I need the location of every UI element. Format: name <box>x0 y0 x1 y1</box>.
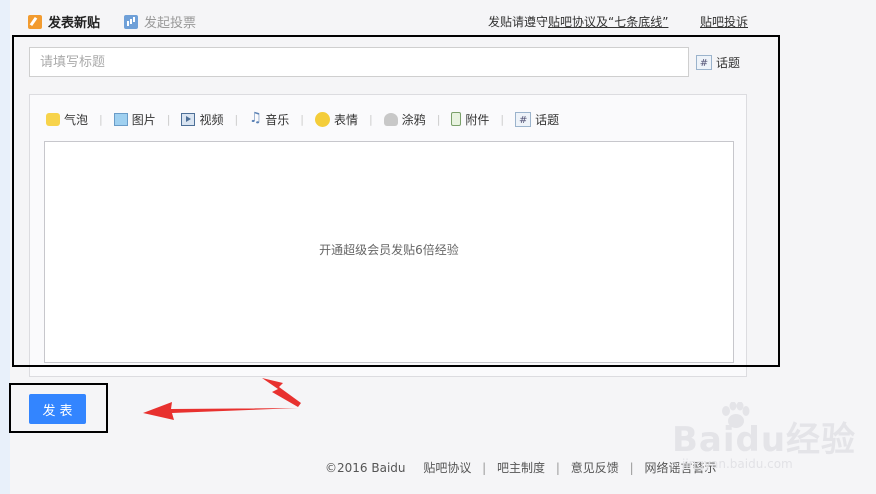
rules-prefix: 发贴请遵守 <box>488 15 549 29</box>
tab-start-vote-label: 发起投票 <box>144 16 197 31</box>
watermark-url: jingyan.baidu.com <box>682 457 793 471</box>
post-header: 发表新贴 发起投票 发贴请遵守贴吧协议及“七条底线” 贴吧投诉 <box>28 12 758 34</box>
rules-link[interactable]: 贴吧协议及“七条底线” <box>548 15 668 29</box>
report-link[interactable]: 贴吧投诉 <box>700 13 748 30</box>
page-footer: ©2016 Baidu 贴吧协议 | 吧主制度 | 意见反馈 | 网络谣言警示 <box>325 459 717 476</box>
annotation-arrow-left <box>143 402 298 420</box>
tab-new-post[interactable]: 发表新贴 <box>28 12 100 31</box>
footer-divider: | <box>482 461 487 475</box>
posting-rules-notice: 发贴请遵守贴吧协议及“七条底线” <box>488 13 668 30</box>
annotation-arrow-up <box>262 378 301 407</box>
footer-divider: | <box>555 461 560 475</box>
footer-link-agreement[interactable]: 贴吧协议 <box>423 461 471 475</box>
footer-copyright: ©2016 Baidu <box>325 461 406 475</box>
baidu-jingyan-watermark: Baidu经验 jingyan.baidu.com <box>668 398 868 478</box>
chart-icon <box>124 14 138 29</box>
edit-icon <box>28 14 42 29</box>
watermark-brand: Baidu经验 <box>672 420 857 460</box>
footer-divider: | <box>629 461 634 475</box>
tab-start-vote[interactable]: 发起投票 <box>124 12 196 31</box>
submit-button[interactable]: 发表 <box>29 394 86 424</box>
footer-link-owner-rules[interactable]: 吧主制度 <box>497 461 545 475</box>
annotation-box-editor <box>12 35 780 367</box>
footer-link-feedback[interactable]: 意见反馈 <box>571 461 619 475</box>
tab-new-post-label: 发表新贴 <box>48 16 101 31</box>
